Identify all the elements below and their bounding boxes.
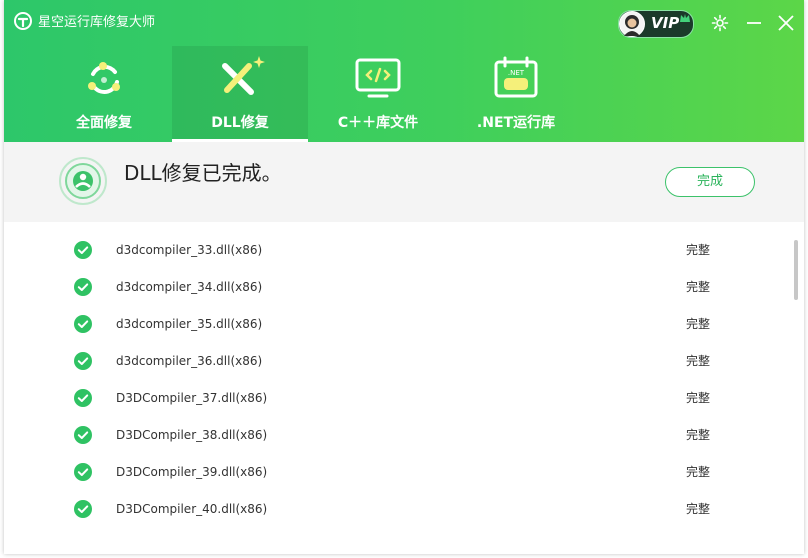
check-circle-icon	[74, 241, 92, 259]
file-name: d3dcompiler_36.dll(x86)	[116, 354, 263, 368]
close-icon[interactable]	[776, 13, 796, 33]
file-status: 完整	[686, 243, 711, 257]
list-item: D3DCompiler_38.dll(x86) 完整	[4, 417, 794, 454]
check-circle-icon	[74, 278, 92, 296]
file-status: 完整	[686, 502, 711, 516]
file-name: d3dcompiler_34.dll(x86)	[116, 280, 263, 294]
dll-file-list[interactable]: d3dcompiler_33.dll(x86) 完整 d3dcompiler_34.…	[4, 222, 804, 554]
file-name: D3DCompiler_37.dll(x86)	[116, 391, 268, 405]
tab-label: .NET运行库	[476, 115, 556, 131]
tab-dotnet-runtime[interactable]: .NET .NET运行库	[448, 46, 584, 142]
minimize-icon[interactable]	[744, 13, 764, 33]
list-item: D3DCompiler_39.dll(x86) 完整	[4, 454, 794, 491]
check-circle-icon	[74, 315, 92, 333]
list-item: D3DCompiler_40.dll(x86) 完整	[4, 491, 794, 528]
tab-cpp-library[interactable]: C＋＋库文件	[310, 46, 446, 142]
dotnet-runtime-icon: .NET	[494, 56, 538, 98]
check-circle-icon	[74, 426, 92, 444]
svg-text:.NET: .NET	[508, 69, 525, 77]
dll-repair-icon	[222, 56, 265, 95]
file-name: D3DCompiler_40.dll(x86)	[116, 502, 268, 516]
file-status: 完整	[686, 354, 711, 368]
list-item: d3dcompiler_33.dll(x86) 完整	[4, 232, 794, 269]
cpp-library-icon	[355, 58, 401, 98]
check-circle-icon	[74, 463, 92, 481]
file-status: 完整	[686, 391, 711, 405]
title-bar: 星空运行库修复大师 VIP	[4, 0, 804, 46]
check-circle-icon	[74, 389, 92, 407]
done-button[interactable]: 完成	[665, 167, 755, 197]
tab-label: C＋＋库文件	[337, 115, 419, 131]
list-item: d3dcompiler_35.dll(x86) 完整	[4, 306, 794, 343]
user-avatar-icon	[624, 15, 640, 36]
file-status: 完整	[686, 280, 711, 294]
vip-badge[interactable]: VIP	[618, 10, 694, 38]
file-name: D3DCompiler_39.dll(x86)	[116, 465, 268, 479]
tab-bar: 全面修复 DLL修复 C＋＋库文件 .NET .NET运行库	[4, 46, 804, 142]
header: 星空运行库修复大师 VIP 全面修复 DLL修复 C＋＋库文件 .NET .NE…	[4, 0, 804, 142]
vip-label: VIP	[651, 14, 680, 32]
check-circle-icon	[74, 500, 92, 518]
app-logo-icon	[14, 12, 32, 30]
status-panel: DLL修复已完成。 完成	[4, 142, 804, 222]
repair-complete-icon	[59, 157, 107, 205]
file-name: d3dcompiler_35.dll(x86)	[116, 317, 263, 331]
app-window: 星空运行库修复大师 VIP 全面修复 DLL修复 C＋＋库文件 .NET .NE…	[4, 0, 804, 554]
full-repair-icon	[88, 62, 120, 94]
file-name: D3DCompiler_38.dll(x86)	[116, 428, 268, 442]
settings-icon[interactable]	[710, 13, 730, 33]
tab-dll-repair[interactable]: DLL修复	[172, 46, 308, 142]
list-item: D3DCompiler_37.dll(x86) 完整	[4, 380, 794, 417]
tab-label: 全面修复	[76, 115, 132, 131]
file-name: d3dcompiler_33.dll(x86)	[116, 243, 263, 257]
avatar[interactable]	[619, 11, 645, 37]
list-item: d3dcompiler_36.dll(x86) 完整	[4, 343, 794, 380]
check-circle-icon	[74, 352, 92, 370]
crown-icon	[680, 14, 690, 22]
tab-full-repair[interactable]: 全面修复	[36, 46, 172, 142]
app-title: 星空运行库修复大师	[38, 15, 156, 30]
tab-label: DLL修复	[211, 115, 269, 131]
file-status: 完整	[686, 465, 711, 479]
scrollbar[interactable]	[794, 240, 798, 300]
list-item: d3dcompiler_34.dll(x86) 完整	[4, 269, 794, 306]
file-status: 完整	[686, 317, 711, 331]
status-message: DLL修复已完成。	[124, 161, 282, 185]
file-status: 完整	[686, 428, 711, 442]
